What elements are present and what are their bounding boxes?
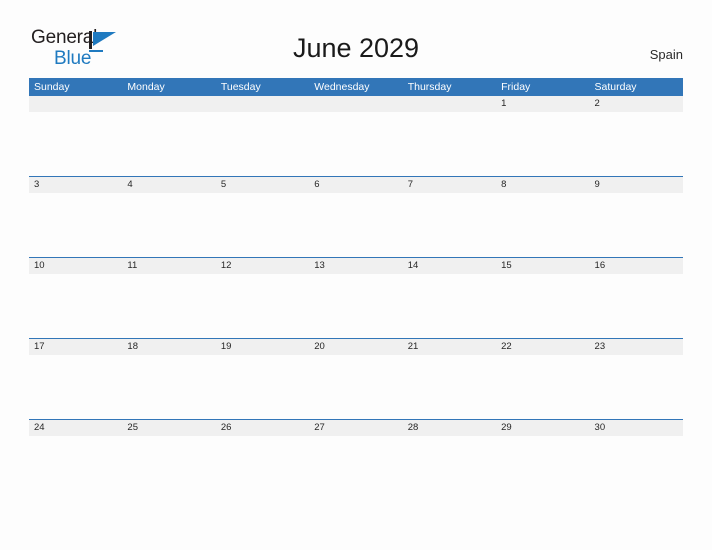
day-cell-number[interactable]: 18	[122, 339, 215, 355]
calendar-week-row: 3 4 5 6 7 8 9	[29, 176, 683, 257]
weekday-header-friday: Friday	[501, 81, 531, 93]
day-cell-events[interactable]	[590, 436, 683, 500]
day-cell-events[interactable]	[590, 274, 683, 338]
day-cell-number[interactable]: 6	[309, 177, 402, 193]
day-cell-number[interactable]: 27	[309, 420, 402, 436]
weekday-header-wednesday: Wednesday	[314, 81, 370, 93]
day-cell-events[interactable]	[496, 274, 589, 338]
day-cell-number[interactable]: 1	[496, 96, 589, 112]
day-cell-number[interactable]: 29	[496, 420, 589, 436]
day-cell-number[interactable]: 19	[216, 339, 309, 355]
day-cell-number[interactable]	[216, 96, 309, 112]
day-cell-events[interactable]	[403, 193, 496, 257]
day-cell-events[interactable]	[29, 355, 122, 419]
day-cell-number[interactable]: 25	[122, 420, 215, 436]
day-cell-events[interactable]	[590, 355, 683, 419]
calendar-week-row: 10 11 12 13 14 15 16	[29, 257, 683, 338]
day-cell-number[interactable]	[309, 96, 402, 112]
day-cell-events[interactable]	[496, 355, 589, 419]
day-cell-events[interactable]	[122, 274, 215, 338]
day-cell-number[interactable]: 11	[122, 258, 215, 274]
day-cell-number[interactable]: 26	[216, 420, 309, 436]
calendar-week-row: 24 25 26 27 28 29 30	[29, 419, 683, 500]
day-cell-number[interactable]: 28	[403, 420, 496, 436]
day-cell-number[interactable]: 8	[496, 177, 589, 193]
calendar-week-event-area	[29, 355, 683, 419]
day-cell-number[interactable]: 5	[216, 177, 309, 193]
day-cell-number[interactable]: 9	[590, 177, 683, 193]
day-cell-events[interactable]	[309, 436, 402, 500]
day-cell-number[interactable]: 13	[309, 258, 402, 274]
day-cell-events[interactable]	[216, 355, 309, 419]
day-cell-events[interactable]	[403, 355, 496, 419]
day-cell-events[interactable]	[590, 193, 683, 257]
day-cell-number[interactable]: 7	[403, 177, 496, 193]
day-cell-events[interactable]	[496, 112, 589, 176]
day-cell-events[interactable]	[122, 436, 215, 500]
day-cell-events[interactable]	[309, 193, 402, 257]
day-cell-events[interactable]	[216, 436, 309, 500]
day-cell-number[interactable]: 4	[122, 177, 215, 193]
day-cell-events[interactable]	[403, 436, 496, 500]
day-cell-number[interactable]: 24	[29, 420, 122, 436]
calendar-weekday-header-row: Sunday Monday Tuesday Wednesday Thursday…	[29, 78, 683, 96]
calendar-week-date-band: 17 18 19 20 21 22 23	[29, 338, 683, 355]
day-cell-events[interactable]	[29, 274, 122, 338]
day-cell-events[interactable]	[122, 112, 215, 176]
day-cell-events[interactable]	[590, 112, 683, 176]
day-cell-events[interactable]	[309, 355, 402, 419]
day-cell-number[interactable]: 22	[496, 339, 589, 355]
day-cell-events[interactable]	[122, 355, 215, 419]
day-cell-number[interactable]: 14	[403, 258, 496, 274]
calendar-week-event-area	[29, 274, 683, 338]
day-cell-number[interactable]	[122, 96, 215, 112]
day-cell-events[interactable]	[29, 193, 122, 257]
day-cell-events[interactable]	[309, 112, 402, 176]
day-cell-number[interactable]: 23	[590, 339, 683, 355]
day-cell-events[interactable]	[309, 274, 402, 338]
day-cell-events[interactable]	[216, 274, 309, 338]
day-cell-events[interactable]	[29, 112, 122, 176]
day-cell-events[interactable]	[403, 274, 496, 338]
day-cell-number[interactable]: 17	[29, 339, 122, 355]
calendar-week-event-area	[29, 436, 683, 500]
day-cell-number[interactable]: 20	[309, 339, 402, 355]
weekday-header-sunday: Sunday	[34, 81, 70, 93]
day-cell-number[interactable]: 21	[403, 339, 496, 355]
page-header: General Blue June 2029 Spain	[0, 0, 712, 76]
calendar-week-event-area	[29, 112, 683, 176]
calendar-week-row: 1 2	[29, 96, 683, 176]
day-cell-number[interactable]: 15	[496, 258, 589, 274]
calendar-week-row: 17 18 19 20 21 22 23	[29, 338, 683, 419]
day-cell-number[interactable]: 30	[590, 420, 683, 436]
day-cell-number[interactable]: 16	[590, 258, 683, 274]
calendar-week-date-band: 24 25 26 27 28 29 30	[29, 419, 683, 436]
day-cell-number[interactable]	[403, 96, 496, 112]
page-title: June 2029	[292, 33, 420, 63]
weekday-header-thursday: Thursday	[407, 81, 452, 93]
day-cell-events[interactable]	[216, 112, 309, 176]
day-cell-events[interactable]	[122, 193, 215, 257]
day-cell-events[interactable]	[29, 436, 122, 500]
day-cell-events[interactable]	[496, 436, 589, 500]
calendar-week-date-band: 10 11 12 13 14 15 16	[29, 257, 683, 274]
day-cell-events[interactable]	[216, 193, 309, 257]
day-cell-number[interactable]: 2	[590, 96, 683, 112]
calendar-grid: Sunday Monday Tuesday Wednesday Thursday…	[29, 78, 683, 500]
weekday-header-monday: Monday	[127, 81, 165, 93]
calendar-week-date-band: 3 4 5 6 7 8 9	[29, 176, 683, 193]
day-cell-number[interactable]: 10	[29, 258, 122, 274]
day-cell-number[interactable]: 3	[29, 177, 122, 193]
day-cell-number[interactable]: 12	[216, 258, 309, 274]
day-cell-events[interactable]	[496, 193, 589, 257]
weekday-header-saturday: Saturday	[594, 81, 637, 93]
day-cell-number[interactable]	[29, 96, 122, 112]
calendar-week-date-band: 1 2	[29, 96, 683, 112]
country-label: Spain	[649, 47, 683, 62]
calendar-week-event-area	[29, 193, 683, 257]
weekday-header-tuesday: Tuesday	[220, 81, 261, 93]
day-cell-events[interactable]	[403, 112, 496, 176]
